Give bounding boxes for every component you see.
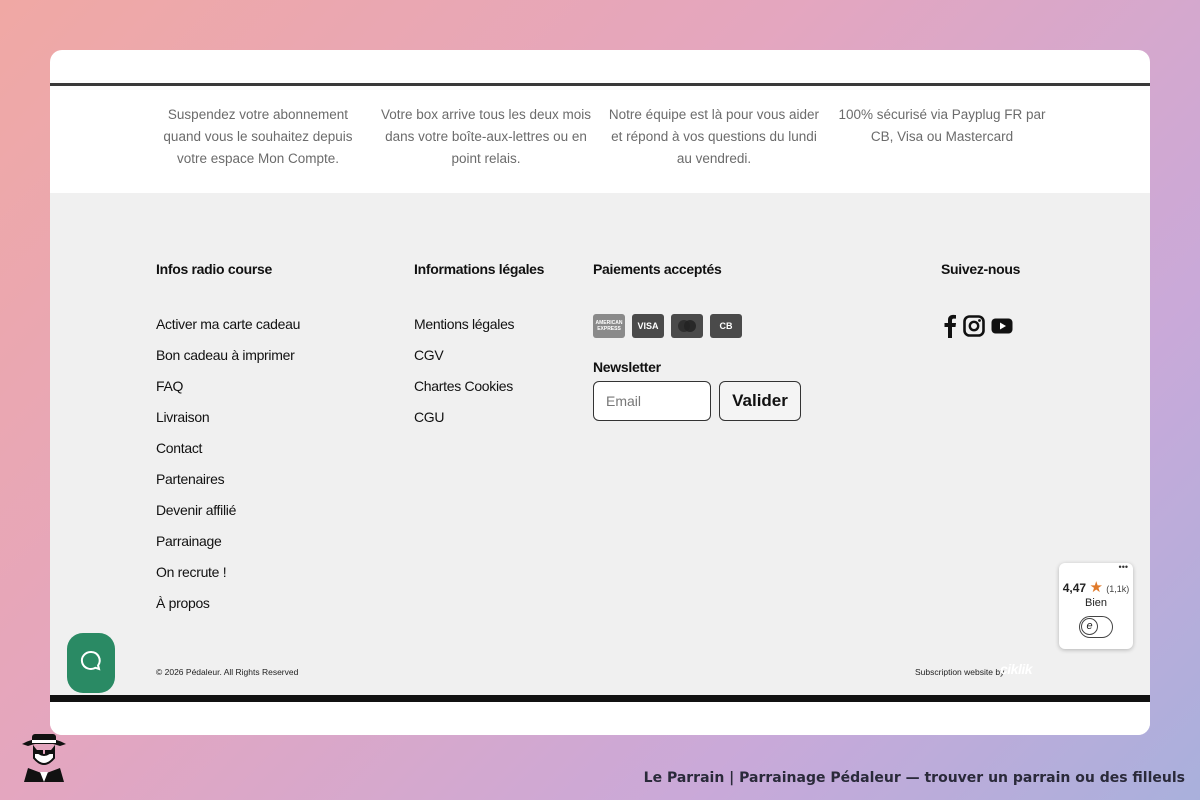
credit-text: Subscription website by xyxy=(915,667,1005,677)
footer-link-referral[interactable]: Parrainage xyxy=(156,533,300,564)
feature-payment: 100% sécurisé via Payplug FR par CB, Vis… xyxy=(838,107,1046,144)
copyright-text: © 2026 Pédaleur. All Rights Reserved xyxy=(156,667,299,677)
footer-link-delivery[interactable]: Livraison xyxy=(156,409,300,440)
footer-link-about[interactable]: À propos xyxy=(156,595,300,626)
trust-badge-letter: e xyxy=(1081,618,1098,635)
payment-cards: AMERICAN EXPRESS VISA CB xyxy=(593,314,742,338)
footer: Infos radio course Activer ma carte cade… xyxy=(50,193,1150,695)
footer-link-legal-notice[interactable]: Mentions légales xyxy=(414,316,515,347)
newsletter-submit-button[interactable]: Valider xyxy=(719,381,801,421)
trust-badge-icon: e xyxy=(1079,616,1113,638)
footer-link-gift-card[interactable]: Activer ma carte cadeau xyxy=(156,316,300,347)
footer-social-title: Suivez-nous xyxy=(941,261,1021,277)
trusted-shops-rating-widget[interactable]: ••• 4,47 ★ (1,1k) Bien e xyxy=(1059,562,1133,649)
footer-link-contact[interactable]: Contact xyxy=(156,440,300,471)
footer-bottom-strip xyxy=(50,702,1150,735)
chat-bubble-icon xyxy=(79,649,103,678)
ciklik-logo[interactable]: ciklik xyxy=(1000,661,1033,677)
footer-col-infos-links: Activer ma carte cadeau Bon cadeau à imp… xyxy=(156,316,300,626)
footer-link-faq[interactable]: FAQ xyxy=(156,378,300,409)
footer-link-cgu[interactable]: CGU xyxy=(414,409,514,440)
mastercard-card-icon xyxy=(671,314,703,338)
footer-link-jobs[interactable]: On recrute ! xyxy=(156,564,300,595)
newsletter-title: Newsletter xyxy=(593,359,661,375)
social-links xyxy=(943,314,1013,343)
footer-link-gift-voucher[interactable]: Bon cadeau à imprimer xyxy=(156,347,300,378)
feature-support: Notre équipe est là pour vous aider et r… xyxy=(608,107,820,166)
feature-delivery: Votre box arrive tous les deux mois dans… xyxy=(380,107,592,166)
footer-payments-title: Paiements acceptés xyxy=(593,261,722,277)
more-options-icon[interactable]: ••• xyxy=(1119,562,1128,572)
footer-col-legal-title: Informations légales xyxy=(414,261,545,277)
footer-col-infos-title: Infos radio course xyxy=(156,261,272,277)
rating-label: Bien xyxy=(1084,597,1108,609)
le-parrain-logo xyxy=(18,728,70,784)
footer-link-partners[interactable]: Partenaires xyxy=(156,471,300,502)
chat-button[interactable] xyxy=(67,633,115,693)
footer-bottom-bar xyxy=(50,695,1150,702)
features-band: Suspendez votre abonnement quand vous le… xyxy=(50,86,1150,193)
youtube-icon[interactable] xyxy=(991,318,1013,339)
instagram-icon[interactable] xyxy=(963,315,985,342)
footer-link-affiliate[interactable]: Devenir affilié xyxy=(156,502,300,533)
footer-link-cookies[interactable]: Chartes Cookies xyxy=(414,378,514,409)
rating-count: (1,1k) xyxy=(1106,584,1130,594)
newsletter-email-input[interactable] xyxy=(593,381,711,421)
page-frame: Suspendez votre abonnement quand vous le… xyxy=(50,50,1150,735)
page-caption: Le Parrain | Parrainage Pédaleur — trouv… xyxy=(643,770,1185,786)
cb-card-icon: CB xyxy=(710,314,742,338)
facebook-icon[interactable] xyxy=(943,314,957,343)
feature-subscription: Suspendez votre abonnement quand vous le… xyxy=(163,107,353,166)
rating-score: 4,47 xyxy=(1062,581,1087,595)
footer-col-legal-links: Mentions légales CGV Chartes Cookies CGU xyxy=(414,316,515,440)
visa-card-icon: VISA xyxy=(632,314,664,338)
amex-card-icon: AMERICAN EXPRESS xyxy=(593,314,625,338)
star-icon: ★ xyxy=(1089,579,1103,596)
footer-link-cgv[interactable]: CGV xyxy=(414,347,514,378)
